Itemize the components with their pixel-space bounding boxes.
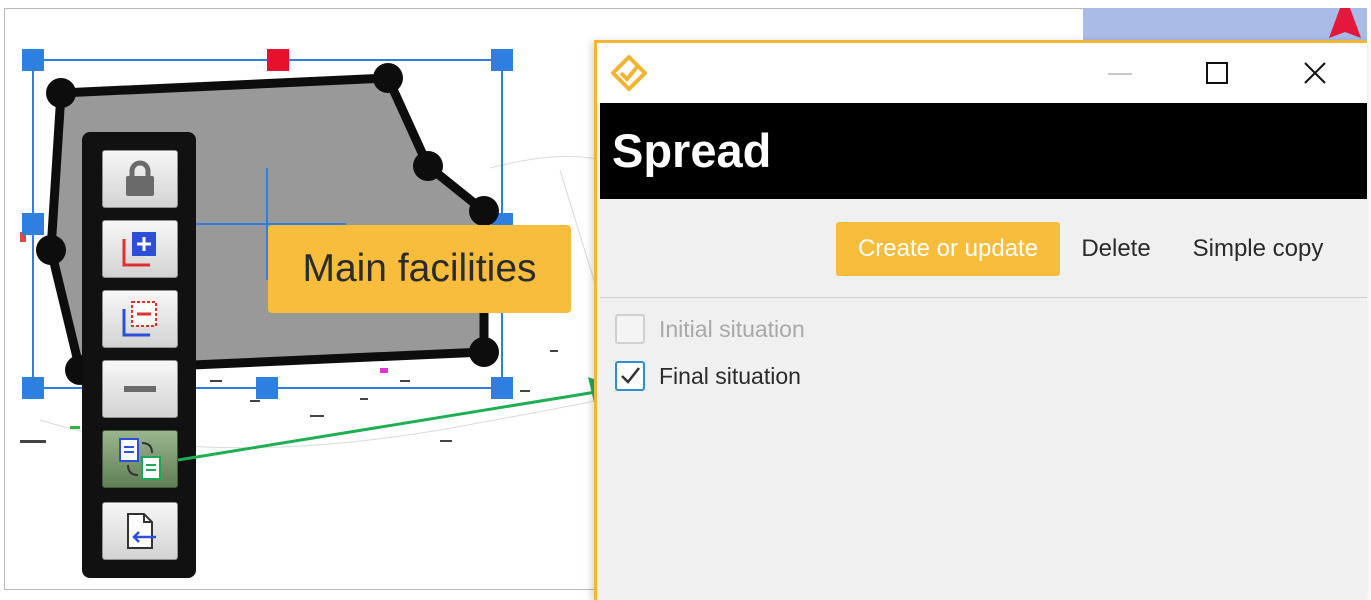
initial-situation-option[interactable]: Initial situation xyxy=(615,311,805,347)
final-situation-option[interactable]: Final situation xyxy=(615,358,801,394)
layer-name-tag: Main facilities xyxy=(268,225,571,313)
minimize-button[interactable] xyxy=(1100,53,1140,93)
dialog-title: Spread xyxy=(612,124,772,177)
initial-situation-label: Initial situation xyxy=(659,315,805,342)
simple-copy-button[interactable]: Simple copy xyxy=(1178,222,1338,276)
file-import-icon xyxy=(127,513,156,549)
final-situation-checkbox[interactable] xyxy=(615,361,645,391)
checkmark-icon xyxy=(621,367,640,384)
action-bar: Create or update Delete Simple copy xyxy=(600,199,1367,298)
add-button[interactable] xyxy=(102,220,178,278)
lock-icon xyxy=(126,160,154,196)
minimize-icon xyxy=(1108,73,1132,75)
add-layer-icon xyxy=(122,232,156,267)
spread-copy-icon xyxy=(119,438,161,480)
remove-layer-button[interactable] xyxy=(102,290,178,348)
spread-button[interactable] xyxy=(102,430,178,488)
close-icon xyxy=(1304,62,1326,84)
final-situation-label: Final situation xyxy=(659,362,801,389)
dialog-header: Spread xyxy=(600,103,1367,199)
create-or-update-button[interactable]: Create or update xyxy=(836,222,1060,276)
initial-situation-checkbox[interactable] xyxy=(615,314,645,344)
rotate-handle[interactable] xyxy=(267,49,289,71)
minus-button[interactable] xyxy=(102,360,178,418)
close-button[interactable] xyxy=(1295,53,1335,93)
delete-button[interactable]: Delete xyxy=(1068,222,1164,276)
lock-button[interactable] xyxy=(102,150,178,208)
spread-dialog: Spread Create or update Delete Simple co… xyxy=(594,40,1367,600)
import-button[interactable] xyxy=(102,502,178,560)
minus-icon xyxy=(124,386,156,392)
app-logo-icon xyxy=(611,55,647,91)
remove-layer-icon xyxy=(122,301,157,337)
tag-label: Main facilities xyxy=(302,247,537,290)
maximize-icon xyxy=(1206,62,1228,84)
dialog-titlebar xyxy=(597,43,1367,103)
shape-toolbar xyxy=(82,132,196,578)
maximize-button[interactable] xyxy=(1197,53,1237,93)
